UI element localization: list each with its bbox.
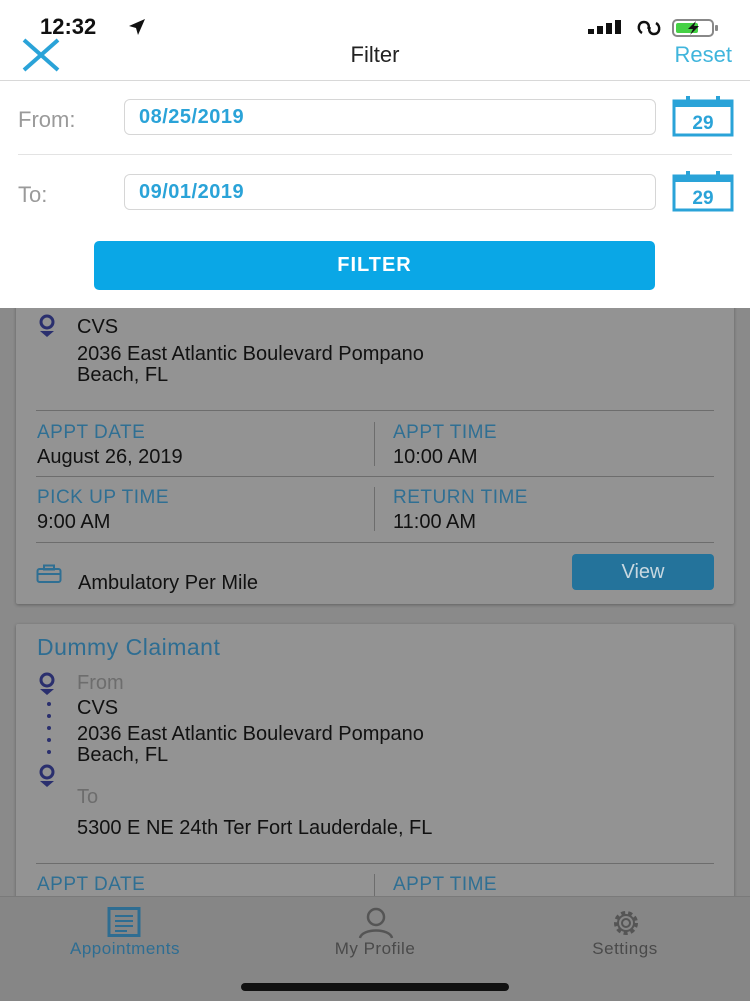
- pickup-time-value: 9:00 AM: [37, 511, 111, 533]
- page-title: Filter: [350, 42, 400, 67]
- divider: [374, 487, 375, 531]
- appt-date-label: APPT DATE: [37, 874, 146, 895]
- divider: [36, 476, 714, 477]
- document-icon: [107, 907, 141, 937]
- claimant-name: Dummy Claimant: [37, 634, 221, 660]
- appt-date-value: August 26, 2019: [37, 446, 183, 468]
- reset-button[interactable]: Reset: [675, 42, 732, 68]
- calendar-day: 29: [692, 113, 713, 134]
- calendar-icon: 29: [672, 96, 734, 137]
- home-indicator: [241, 983, 509, 991]
- destination-pin-icon: [39, 764, 55, 787]
- from-label: From:: [18, 107, 76, 132]
- appointment-card: CVS 2036 East Atlantic Boulevard Pompano…: [16, 292, 734, 604]
- divider: [374, 422, 375, 466]
- to-address: 5300 E NE 24th Ter Fort Lauderdale, FL: [77, 817, 433, 839]
- tab-appointments[interactable]: Appointments: [0, 897, 250, 977]
- filter-button[interactable]: FILTER: [94, 241, 655, 290]
- from-location-name: CVS: [77, 697, 119, 719]
- tab-settings[interactable]: Settings: [500, 897, 750, 977]
- view-button[interactable]: View: [572, 554, 714, 590]
- filter-panel: 12:32 Filter Reset From: 08/25/2019 29 T…: [0, 0, 750, 308]
- to-date-row: To: 29: [0, 171, 750, 246]
- tab-label: Settings: [592, 939, 658, 958]
- from-address-line: 2036 East Atlantic Boulevard Pompano: [77, 723, 424, 745]
- appt-time-label: APPT TIME: [393, 422, 498, 443]
- to-label: To:: [18, 182, 48, 207]
- calendar-icon: 29: [672, 171, 734, 212]
- return-time-label: RETURN TIME: [393, 487, 528, 508]
- from-address-line: Beach, FL: [77, 744, 169, 766]
- gear-icon: [614, 911, 638, 935]
- tab-my-profile[interactable]: My Profile: [250, 897, 500, 977]
- calendar-day: 29: [692, 188, 713, 209]
- from-date-row: From: 29: [0, 96, 750, 171]
- from-calendar-button[interactable]: 29: [672, 95, 734, 139]
- from-date-input[interactable]: [124, 99, 656, 135]
- appt-time-value: 10:00 AM: [393, 446, 478, 468]
- header-bar: Filter Reset: [0, 28, 750, 81]
- location-pin-icon: [39, 314, 55, 337]
- appt-date-label: APPT DATE: [37, 422, 146, 443]
- tab-label: Appointments: [70, 939, 180, 958]
- tab-label: My Profile: [334, 939, 416, 958]
- service-type: Ambulatory Per Mile: [78, 572, 259, 594]
- divider: [18, 154, 732, 155]
- address-line: 2036 East Atlantic Boulevard Pompano: [77, 343, 424, 365]
- divider: [36, 542, 714, 543]
- appt-time-label: APPT TIME: [393, 874, 498, 895]
- to-label: To: [77, 786, 99, 808]
- briefcase-icon: [36, 564, 62, 583]
- address-line: Beach, FL: [77, 364, 169, 386]
- divider: [36, 410, 714, 411]
- to-calendar-button[interactable]: 29: [672, 170, 734, 214]
- to-date-input[interactable]: [124, 174, 656, 210]
- location-name: CVS: [77, 316, 119, 338]
- route-dots-icon: [47, 702, 51, 754]
- origin-pin-icon: [39, 672, 55, 695]
- divider: [36, 863, 714, 864]
- pickup-time-label: PICK UP TIME: [37, 487, 169, 508]
- appointment-card: Dummy Claimant From CVS 2036 East Atlant…: [16, 624, 734, 924]
- person-icon: [358, 907, 394, 939]
- return-time-value: 11:00 AM: [393, 511, 477, 533]
- from-label: From: [77, 672, 124, 694]
